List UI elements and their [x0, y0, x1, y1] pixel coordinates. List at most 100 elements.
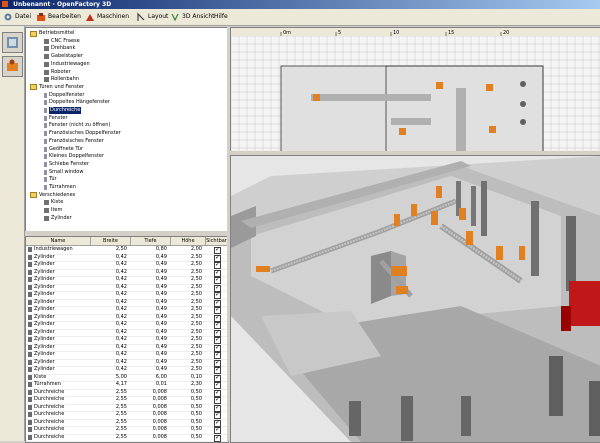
object-table[interactable]: Name Breite Tiefe Höhe Sichtbar Industriewage… [25, 236, 229, 443]
window-icon [44, 154, 47, 160]
title-bar: Unbenannt - OpenFactory 3D [0, 0, 600, 9]
window-title: Unbenannt - OpenFactory 3D [13, 1, 112, 8]
3d-view-canvas[interactable] [230, 155, 600, 443]
menu-bearbeiten[interactable]: Bearbeiten [36, 10, 81, 24]
table-cell: 6,00 [155, 373, 167, 380]
menu-datei[interactable]: Datei [3, 10, 31, 24]
table-cell: Türrahmen [34, 381, 61, 387]
table-cell: 0,42 [115, 358, 127, 365]
table-cell: 2,55 [115, 433, 127, 440]
table-cell: 0,42 [115, 351, 127, 357]
tree-item[interactable]: Rollenbahn [44, 76, 79, 83]
tree-item[interactable]: Item [44, 207, 62, 214]
window-icon [44, 177, 47, 183]
object-tree[interactable]: Betriebsmittel CNC Fraese Drehbank Gabelsta… [25, 27, 229, 233]
tree-item[interactable]: Verschiedenes [30, 192, 75, 199]
tree-item-label: Betriebsmittel [39, 30, 75, 36]
object-icon [28, 277, 32, 282]
table-cell: 2,50 [190, 321, 202, 327]
tree-item[interactable]: Roboter [44, 69, 71, 76]
menu-maschinen[interactable]: Maschinen [85, 10, 129, 24]
table-cell: 0,80 [155, 246, 167, 252]
tree-item[interactable]: Türen und Fenster [30, 84, 84, 91]
tree-item[interactable]: Türrahmen [44, 184, 76, 191]
ruler-label: 0m [283, 30, 291, 36]
tree-item[interactable]: Schiebe Fenster [44, 161, 89, 168]
table-cell: 0,49 [155, 343, 167, 350]
layout-mode-button[interactable] [2, 32, 23, 53]
table-cell: 2,50 [115, 246, 127, 252]
tree-item[interactable]: Drehbank [44, 45, 75, 52]
tree-item[interactable]: Französisches Doppelfenster [44, 130, 121, 137]
ruler-label: 15 [448, 30, 454, 36]
column-header[interactable]: Breite [91, 237, 131, 246]
table-cell: 0,50 [190, 396, 202, 402]
menu-3d-ansicht[interactable]: 3D Ansicht [170, 10, 215, 24]
object-icon [28, 292, 32, 297]
table-cell: 0,49 [155, 268, 167, 275]
tree-item[interactable]: Kleines Doppelfenster [44, 153, 104, 160]
object-icon [28, 284, 32, 290]
menu-hilfe[interactable]: Hilfe [214, 10, 228, 24]
table-cell: Durchreiche [34, 433, 65, 440]
table-cell: 0,50 [190, 426, 202, 432]
tree-item[interactable]: Französisches Fenster [44, 138, 104, 145]
table-cell: 0,49 [155, 253, 167, 260]
tree-item[interactable]: Betriebsmittel [30, 30, 74, 37]
top-view-canvas[interactable]: 0m 5 10 15 20 [230, 27, 600, 153]
object-icon [28, 307, 32, 312]
layout-mode-icon [7, 37, 18, 48]
table-cell: 0,42 [115, 343, 127, 350]
table-cell: Industriewagen [34, 246, 73, 252]
column-header[interactable]: Höhe [171, 237, 206, 246]
tree-item[interactable]: Durchreiche [44, 107, 82, 114]
table-cell: Zylinder [34, 306, 55, 312]
window-icon [44, 185, 47, 190]
table-cell: Zylinder [34, 328, 55, 335]
tree-item-label: Französisches Doppelfenster [49, 130, 121, 137]
ruler-label: 5 [338, 30, 341, 36]
table-cell: Zylinder [34, 276, 55, 282]
object-icon [28, 427, 32, 432]
table-cell: 0,008 [152, 411, 167, 417]
tree-item-label: Industriewagen [51, 60, 90, 67]
visible-checkbox[interactable] [214, 433, 221, 442]
table-cell: Zylinder [34, 283, 55, 290]
table-cell: 2,50 [190, 366, 202, 372]
tree-item[interactable]: Kiste [44, 199, 63, 206]
tree-item[interactable]: Fenster (nicht zu öffnen) [44, 122, 110, 129]
object-icon [28, 247, 32, 252]
column-header[interactable]: Name [26, 237, 91, 246]
tree-item-label: Doppelfenster [49, 91, 85, 98]
menu-layout[interactable]: Layout [136, 10, 168, 24]
tree-item[interactable]: Geöffnete Tür [44, 146, 83, 153]
object-icon [28, 299, 32, 305]
robot-mode-button[interactable] [2, 56, 23, 77]
object-icon [44, 38, 49, 44]
tree-item[interactable]: Small window [44, 169, 83, 176]
tree-item-label: Verschiedenes [39, 191, 76, 198]
table-cell: 2,50 [190, 351, 202, 357]
tree-item[interactable]: Doppeltes Hängefenster [44, 99, 110, 106]
table-cell: 5,00 [115, 373, 127, 380]
tree-item[interactable]: Gabelstapler [44, 53, 83, 60]
table-cell: 2,50 [190, 253, 202, 260]
table-cell: 0,008 [152, 418, 167, 425]
table-cell: 0,49 [155, 298, 167, 305]
tree-item[interactable]: Zylinder [44, 215, 72, 222]
column-header[interactable]: Tiefe [131, 237, 171, 246]
tree-item[interactable]: Industriewagen [44, 61, 90, 68]
table-cell: 2,55 [115, 426, 127, 432]
table-cell: 0,42 [115, 253, 127, 260]
object-icon [28, 434, 32, 440]
tree-item-label: Gabelstapler [51, 53, 83, 60]
tree-item[interactable]: Doppelfenster [44, 92, 84, 99]
table-cell: Zylinder [34, 313, 55, 320]
tree-item[interactable]: Fenster [44, 115, 68, 122]
tree-item[interactable]: CNC Fraese [44, 38, 80, 45]
table-cell: 2,55 [115, 418, 127, 425]
table-cell: 0,01 [155, 381, 167, 387]
table-cell: 2,50 [190, 306, 202, 312]
tree-item[interactable]: Tür [44, 176, 57, 183]
table-cell: 0,49 [155, 321, 167, 327]
